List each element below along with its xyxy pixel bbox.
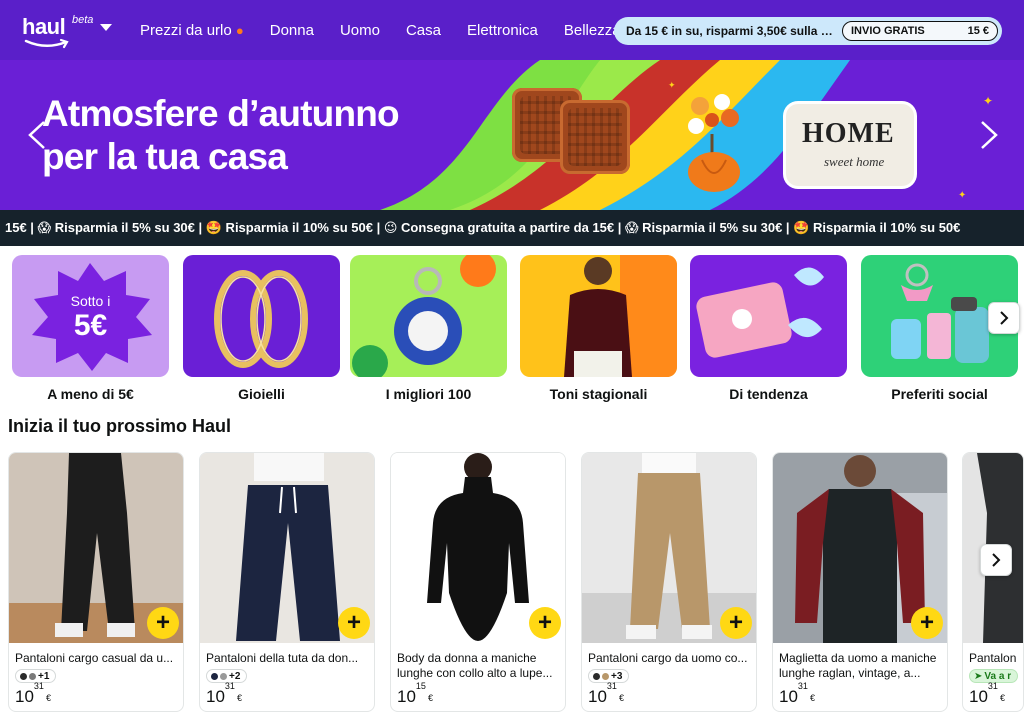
- badge-line2: 5€: [73, 309, 108, 342]
- product-card[interactable]: + Body da donna a maniche lunghe con col…: [390, 452, 566, 712]
- tag-text: Va a r: [984, 670, 1012, 682]
- swatch-count: +1: [38, 670, 50, 682]
- svg-text:✦: ✦: [983, 94, 993, 108]
- hero-prev-arrow-icon[interactable]: [24, 120, 54, 150]
- chevron-right-icon: [992, 553, 1001, 567]
- pillow-image: [560, 100, 630, 174]
- logo-dropdown-caret-icon[interactable]: [100, 24, 112, 31]
- nav-item-uomo[interactable]: Uomo: [340, 22, 380, 39]
- product-price: 1031€: [15, 681, 51, 706]
- products-next-button[interactable]: [980, 544, 1012, 576]
- haul-logo[interactable]: haul beta: [22, 12, 102, 52]
- badge-value: 15 €: [967, 25, 989, 37]
- category-image: [350, 255, 507, 377]
- product-price: 1015€: [397, 681, 433, 706]
- product-price: 1031€: [588, 681, 624, 706]
- add-to-cart-button[interactable]: +: [911, 607, 943, 639]
- hero-next-arrow-icon[interactable]: [974, 120, 1004, 150]
- free-shipping-promo[interactable]: Da 15 € in su, risparmi 3,50€ sulla spe.…: [614, 17, 1002, 45]
- flame-icon: ●: [235, 22, 244, 38]
- nav-label: Prezzi da urlo: [140, 21, 232, 39]
- category-label: A meno di 5€: [47, 386, 134, 402]
- badge-label: INVIO GRATIS: [851, 25, 925, 37]
- product-card[interactable]: + Maglietta da uomo a maniche lunghe rag…: [772, 452, 948, 712]
- category-image: [183, 255, 340, 377]
- product-title: Body da donna a maniche lunghe con collo…: [397, 651, 553, 680]
- category-seasonal-tones[interactable]: Toni stagionali: [520, 255, 677, 402]
- product-card[interactable]: + Pantaloni della tuta da don... +2 1031…: [199, 452, 375, 712]
- nav-item-elettronica[interactable]: Elettronica: [467, 22, 538, 39]
- svg-text:✦: ✦: [668, 80, 676, 90]
- add-to-cart-button[interactable]: +: [338, 607, 370, 639]
- product-card[interactable]: + Pantaloni cargo casual da u... +1 1031…: [8, 452, 184, 712]
- product-card[interactable]: + Pantaloni cargo da uomo co... +3 1031€: [581, 452, 757, 712]
- product-price: 1031€: [779, 681, 815, 706]
- pumpkin-vase-image: [688, 94, 740, 192]
- category-jewelry[interactable]: Gioielli: [183, 255, 340, 402]
- category-image: [520, 255, 677, 377]
- nav-item-prezzi-da-urlo[interactable]: Prezzi da urlo ●: [140, 22, 244, 39]
- hero-banner[interactable]: ✦ ✦ ✦ Atmosfere d’autunno per la tua cas…: [0, 60, 1024, 210]
- nav-item-donna[interactable]: Donna: [270, 22, 314, 39]
- logo-word: haul: [22, 14, 66, 39]
- swatch-count: +3: [611, 670, 623, 682]
- svg-text:✦: ✦: [958, 190, 966, 201]
- category-top-100[interactable]: I migliori 100: [350, 255, 507, 402]
- smile-arrow-icon: [24, 38, 69, 49]
- pink-wallet-image: [696, 267, 824, 358]
- category-label: Preferiti social: [891, 386, 988, 402]
- product-title: Pantaloni cargo da uomo co...: [588, 651, 748, 665]
- home-pillow-subtitle: sweet home: [824, 154, 885, 169]
- product-price: 1031€: [969, 681, 1005, 706]
- category-label: Di tendenza: [729, 386, 808, 402]
- add-to-cart-button[interactable]: +: [720, 607, 752, 639]
- home-pillow-word: HOME: [802, 118, 895, 149]
- badge-line1: Sotto i: [70, 293, 111, 309]
- product-price: 1031€: [206, 681, 242, 706]
- gold-hoop-earrings-image: [214, 270, 308, 368]
- category-under-5[interactable]: Sotto i 5€ A meno di 5€: [12, 255, 169, 402]
- product-title: Pantaloni della tuta da don...: [206, 651, 359, 665]
- add-to-cart-button[interactable]: +: [147, 607, 179, 639]
- nav-item-bellezza[interactable]: Bellezza: [564, 22, 621, 39]
- ticker-text: 15€ | 😱 Risparmia il 5% su 30€ | 🤩 Rispa…: [5, 220, 961, 235]
- model-top-image: [564, 255, 677, 377]
- swatch-count: +2: [229, 670, 241, 682]
- product-title: Pantaloni cargo casual da u...: [15, 651, 174, 665]
- product-title: Maglietta da uomo a maniche lunghe ragla…: [779, 651, 937, 680]
- categories-next-button[interactable]: [988, 302, 1020, 334]
- category-label: Gioielli: [238, 386, 285, 402]
- category-label: Toni stagionali: [549, 386, 648, 402]
- hero-title-line1: Atmosfere d’autunno: [42, 93, 400, 134]
- home-pillow-image: HOME sweet home: [786, 104, 914, 186]
- nav-item-casa[interactable]: Casa: [406, 22, 441, 39]
- promo-text: Da 15 € in su, risparmi 3,50€ sulla spe.…: [626, 24, 834, 38]
- rocket-icon: ➤: [974, 670, 983, 682]
- add-to-cart-button[interactable]: +: [529, 607, 561, 639]
- hero-title-line2: per la tua casa: [42, 136, 288, 177]
- section-title: Inizia il tuo prossimo Haul: [8, 416, 232, 436]
- category-image: Sotto i 5€: [12, 255, 169, 377]
- category-image: [690, 255, 847, 377]
- top-header: haul beta Prezzi da urlo ● Donna Uomo Ca…: [0, 0, 1024, 60]
- product-card[interactable]: Pantalon ➤ Va a r 1031€: [962, 452, 1024, 712]
- hero-title: Atmosfere d’autunno per la tua casa: [42, 92, 400, 178]
- category-label: I migliori 100: [385, 386, 472, 402]
- airtag-holder-image: [352, 255, 496, 377]
- main-nav: Prezzi da urlo ● Donna Uomo Casa Elettro…: [140, 0, 647, 60]
- free-shipping-badge: INVIO GRATIS 15 €: [842, 21, 998, 41]
- product-title: Pantalon: [969, 651, 1017, 665]
- promo-ticker: 15€ | 😱 Risparmia il 5% su 30€ | 🤩 Rispa…: [0, 210, 1024, 246]
- category-trending[interactable]: Di tendenza: [690, 255, 847, 402]
- logo-beta-tag: beta: [72, 14, 94, 26]
- chevron-right-icon: [1000, 311, 1009, 325]
